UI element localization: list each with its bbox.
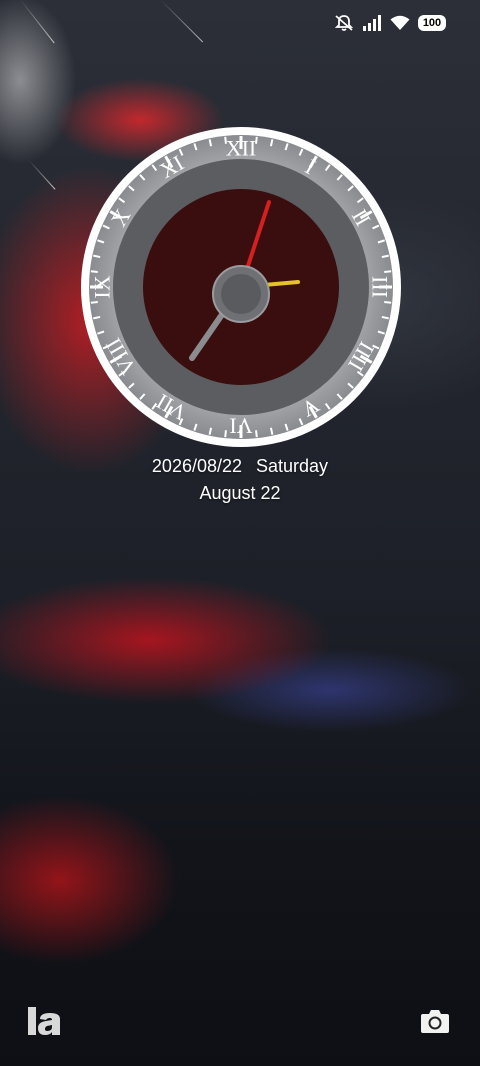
- minor-tick: [269, 139, 274, 147]
- minor-tick: [269, 427, 274, 435]
- camera-icon[interactable]: [420, 1008, 450, 1034]
- battery-icon: 100: [418, 15, 446, 31]
- analog-clock[interactable]: XIIIIIIIIIIIIVVIVIIVIIIIXXXI: [78, 124, 404, 450]
- battery-level: 100: [422, 17, 442, 29]
- weekday: Saturday: [256, 456, 329, 476]
- minor-tick: [93, 315, 101, 320]
- clock-numeral: III: [368, 276, 393, 298]
- left-shortcut-icon[interactable]: la: [26, 1005, 68, 1037]
- minor-tick: [255, 430, 258, 438]
- minor-tick: [93, 254, 101, 259]
- minor-tick: [208, 139, 213, 147]
- minor-tick: [90, 270, 98, 273]
- signal-icon: [363, 15, 381, 31]
- wifi-icon: [390, 15, 410, 30]
- minor-tick: [90, 301, 98, 304]
- minor-tick: [384, 270, 392, 273]
- minor-tick: [381, 315, 389, 320]
- minor-tick: [384, 301, 392, 304]
- date-row: 2026/08/22 Saturday: [0, 456, 480, 477]
- left-shortcut-label: la: [26, 1005, 27, 1006]
- clock-numeral: XII: [226, 136, 257, 161]
- date-long: August 22: [199, 483, 281, 503]
- clock-numeral: IX: [90, 275, 115, 298]
- mute-icon: [334, 15, 354, 31]
- date-numeric: 2026/08/22: [151, 456, 243, 476]
- status-bar: 100: [334, 14, 446, 32]
- clock-numeral: VI: [229, 414, 252, 439]
- minor-tick: [208, 427, 213, 435]
- minor-tick: [224, 430, 227, 438]
- clock-center-inner: [221, 274, 261, 314]
- minor-tick: [381, 254, 389, 259]
